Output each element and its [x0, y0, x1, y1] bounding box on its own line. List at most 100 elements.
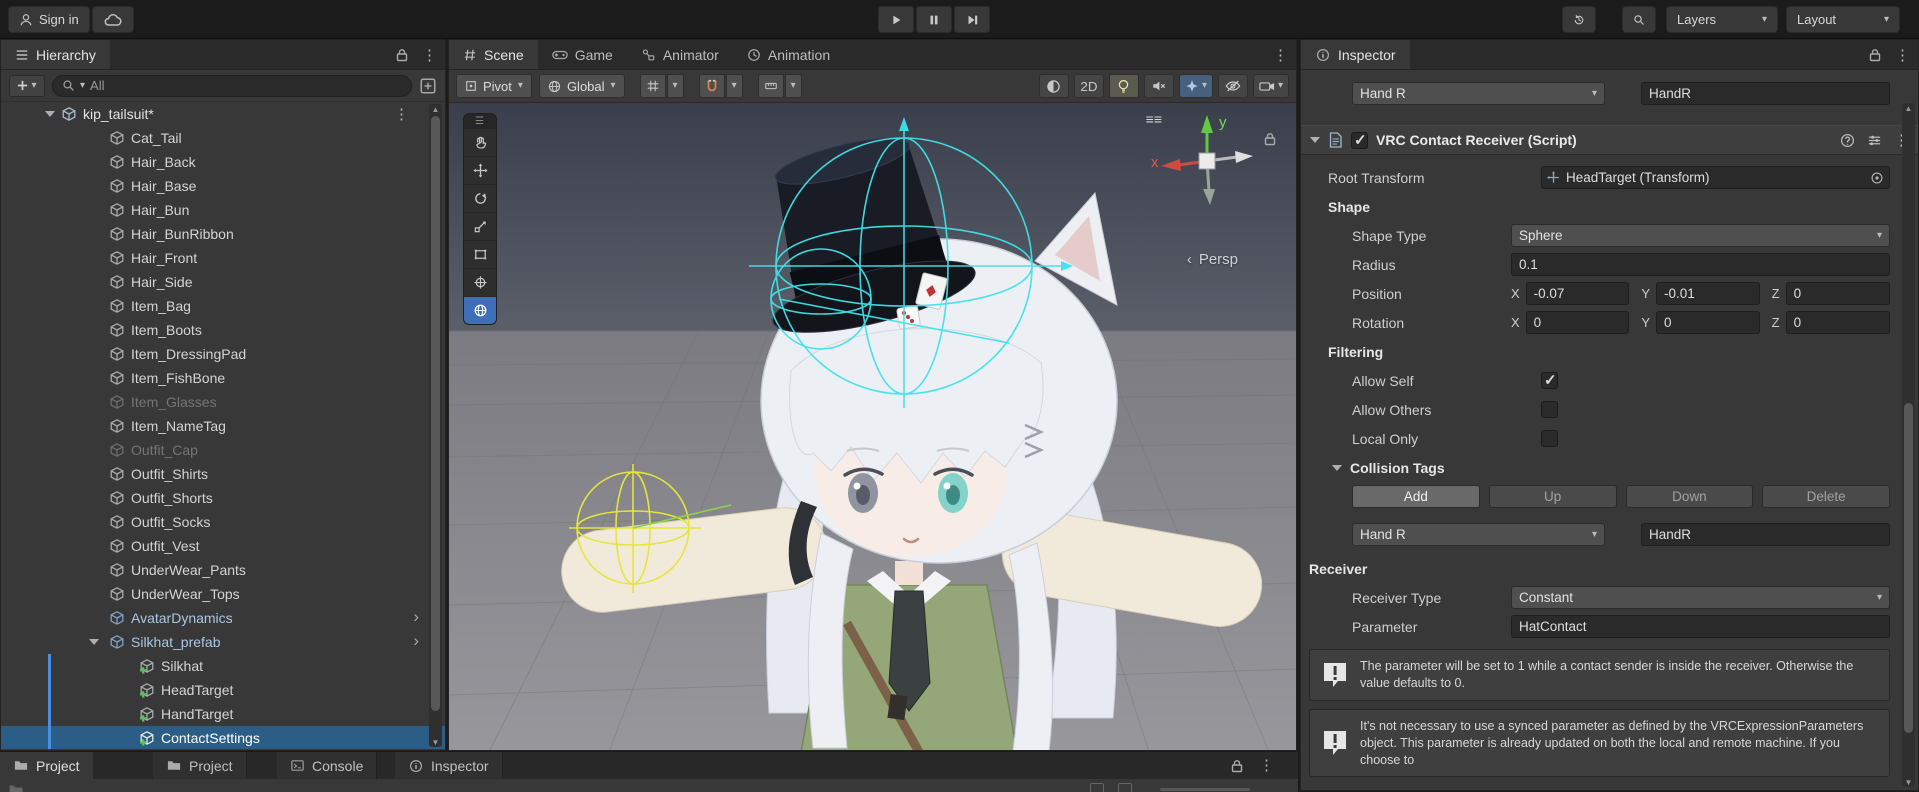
scene-visibility-button[interactable]: [1217, 74, 1248, 98]
kebab-menu-icon[interactable]: ⋮: [1259, 758, 1274, 773]
hierarchy-item-prefab[interactable]: AvatarDynamics ›: [1, 606, 445, 630]
scene-effects-dropdown[interactable]: ▾: [1178, 74, 1213, 98]
scrollbar-thumb[interactable]: [1904, 403, 1913, 733]
kebab-menu-icon[interactable]: ⋮: [1895, 48, 1910, 63]
hierarchy-item[interactable]: Item_Glasses: [1, 390, 445, 414]
move-tag-up-button[interactable]: Up: [1488, 485, 1617, 508]
hierarchy-item[interactable]: Outfit_Vest: [1, 534, 445, 558]
presets-icon[interactable]: [1867, 133, 1882, 148]
custom-editor-tool[interactable]: [464, 296, 496, 324]
tab-inspector-bottom[interactable]: Inspector: [395, 752, 503, 779]
viewport-overlay-menu-icon[interactable]: ≡≡: [1146, 111, 1162, 127]
shape-type-dropdown[interactable]: Sphere ▾: [1511, 224, 1890, 247]
hand-target-dropdown[interactable]: Hand R ▾: [1352, 82, 1605, 105]
hierarchy-item[interactable]: Hair_Bun: [1, 198, 445, 222]
layers-dropdown[interactable]: Layers ▾: [1666, 6, 1778, 33]
pause-button[interactable]: [916, 6, 952, 33]
hierarchy-item[interactable]: UnderWear_Pants: [1, 558, 445, 582]
kebab-menu-icon[interactable]: ⋮: [394, 107, 409, 122]
tab-animation[interactable]: Animation: [733, 40, 844, 69]
project-dock-tab[interactable]: Project: [0, 752, 93, 779]
kebab-menu-icon[interactable]: ⋮: [422, 48, 437, 63]
hierarchy-item[interactable]: Hair_BunRibbon: [1, 222, 445, 246]
perspective-toggle[interactable]: ‹ Persp: [1187, 251, 1238, 268]
rotation-y-field[interactable]: 0: [1656, 311, 1760, 334]
rotate-tool[interactable]: [464, 184, 496, 212]
scroll-down-icon[interactable]: ▼: [1902, 777, 1915, 787]
hierarchy-item-selected[interactable]: ContactSettings: [1, 726, 445, 749]
inspector-scrollbar[interactable]: ▲ ▼: [1902, 103, 1915, 787]
move-tag-down-button[interactable]: Down: [1625, 485, 1754, 508]
tab-console[interactable]: Console: [277, 752, 378, 779]
hierarchy-item[interactable]: Hair_Front: [1, 246, 445, 270]
shading-mode-button[interactable]: [1038, 74, 1069, 98]
lock-icon[interactable]: [1229, 758, 1245, 774]
sign-in-button[interactable]: Sign in: [8, 6, 90, 33]
tab-inspector[interactable]: Inspector: [1301, 40, 1410, 69]
hierarchy-item[interactable]: Item_FishBone: [1, 366, 445, 390]
component-header[interactable]: VRC Contact Receiver (Script) ⋮: [1301, 125, 1918, 155]
hierarchy-item-prefab[interactable]: Silkhat_prefab ›: [1, 630, 445, 654]
allow-self-checkbox[interactable]: [1541, 371, 1558, 389]
hierarchy-item[interactable]: Outfit_Shirts: [1, 462, 445, 486]
add-tag-button[interactable]: Add: [1352, 485, 1480, 508]
foldout-open-icon[interactable]: [1310, 137, 1320, 143]
hierarchy-item[interactable]: Outfit_Shorts: [1, 486, 445, 510]
gizmo-lock-icon[interactable]: [1262, 131, 1278, 147]
grid-dropdown-button[interactable]: ▾: [666, 74, 684, 98]
tab-game[interactable]: Game: [538, 40, 627, 69]
help-icon[interactable]: [1840, 133, 1855, 148]
hierarchy-item[interactable]: Cat_Tail: [1, 126, 445, 150]
scene-camera-dropdown[interactable]: ▾: [1252, 74, 1289, 98]
rect-tool[interactable]: [464, 240, 496, 268]
hierarchy-item-added[interactable]: Silkhat: [1, 654, 445, 678]
rotation-x-field[interactable]: 0: [1525, 311, 1630, 334]
scroll-up-icon[interactable]: ▲: [1902, 103, 1915, 113]
scene-viewport[interactable]: y x ☰ ≡≡ ‹ Persp: [449, 103, 1296, 750]
pick-window-icon[interactable]: [419, 77, 437, 95]
scroll-down-icon[interactable]: ▼: [429, 737, 442, 747]
hierarchy-item[interactable]: Item_NameTag: [1, 414, 445, 438]
view-hand-tool[interactable]: [464, 128, 496, 156]
layout-dropdown[interactable]: Layout ▾: [1786, 6, 1900, 33]
lock-icon[interactable]: [394, 47, 410, 63]
2d-toggle-button[interactable]: 2D: [1073, 74, 1104, 98]
scroll-up-icon[interactable]: ▲: [429, 104, 442, 114]
hierarchy-item[interactable]: Item_Boots: [1, 318, 445, 342]
tab-hierarchy[interactable]: Hierarchy: [1, 40, 110, 69]
tab-project[interactable]: Project: [153, 752, 247, 779]
increment-snap-button[interactable]: [757, 74, 784, 98]
transform-tool[interactable]: [464, 268, 496, 296]
receiver-type-dropdown[interactable]: Constant ▾: [1511, 586, 1890, 609]
hierarchy-item[interactable]: Hair_Side: [1, 270, 445, 294]
hierarchy-item[interactable]: Hair_Back: [1, 150, 445, 174]
open-prefab-chevron-icon[interactable]: ›: [413, 607, 419, 627]
cloud-button[interactable]: [92, 6, 134, 33]
hierarchy-item[interactable]: UnderWear_Tops: [1, 582, 445, 606]
position-x-field[interactable]: -0.07: [1525, 282, 1630, 305]
pivot-mode-dropdown[interactable]: Pivot ▾: [456, 74, 532, 98]
hierarchy-search-input[interactable]: ▾ All: [52, 74, 412, 97]
play-button[interactable]: [878, 6, 914, 33]
object-picker-icon[interactable]: [1870, 171, 1884, 185]
create-object-button[interactable]: ▾: [9, 74, 45, 97]
kebab-menu-icon[interactable]: ⋮: [1273, 48, 1288, 63]
increment-snap-dropdown[interactable]: ▾: [784, 74, 802, 98]
scrollbar-thumb[interactable]: [431, 116, 440, 711]
foldout-open-icon[interactable]: [89, 639, 99, 645]
allow-others-checkbox[interactable]: [1541, 401, 1558, 418]
lock-icon[interactable]: [1867, 47, 1883, 63]
collision-tags-foldout[interactable]: Collision Tags: [1301, 453, 1918, 482]
foldout-open-icon[interactable]: [45, 111, 55, 117]
step-button[interactable]: [954, 6, 990, 33]
parameter-field[interactable]: HatContact: [1511, 615, 1890, 638]
hierarchy-item[interactable]: Outfit_Cap: [1, 438, 445, 462]
audio-mute-button[interactable]: [1143, 74, 1174, 98]
history-button[interactable]: [1562, 6, 1596, 33]
position-z-field[interactable]: 0: [1785, 282, 1890, 305]
root-transform-object-field[interactable]: HeadTarget (Transform): [1541, 166, 1890, 189]
hierarchy-item[interactable]: Item_DressingPad: [1, 342, 445, 366]
local-only-checkbox[interactable]: [1541, 430, 1558, 447]
palette-drag-handle[interactable]: ☰: [464, 114, 496, 128]
collision-tag-name-field[interactable]: HandR: [1641, 523, 1890, 546]
